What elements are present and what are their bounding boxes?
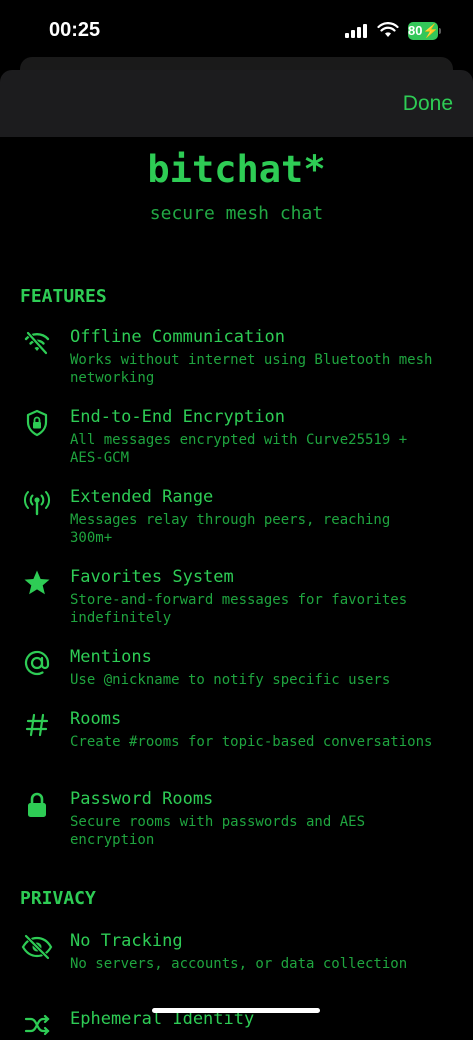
eye-slash-icon (20, 932, 54, 962)
app-title: bitchat* (147, 148, 326, 191)
lock-icon (20, 790, 54, 820)
status-bar: 00:25 80⚡ (0, 0, 473, 58)
shield-lock-icon (20, 408, 54, 438)
feature-description: Store-and-forward messages for favorites… (70, 592, 408, 626)
feature-description: All messages encrypted with Curve25519 +… (70, 432, 408, 466)
home-indicator[interactable] (152, 1008, 320, 1013)
feature-title: End-to-End Encryption (70, 407, 285, 427)
feature-title: Rooms (70, 709, 122, 729)
status-time: 00:25 (49, 19, 101, 41)
features-section-title: FEATURES (20, 286, 107, 307)
shuffle-icon (20, 1010, 54, 1040)
at-icon (20, 648, 54, 678)
wifi-icon (377, 22, 399, 37)
star-icon (20, 568, 54, 598)
feature-title: Mentions (70, 647, 152, 667)
feature-title: Offline Communication (70, 327, 285, 347)
battery-indicator: 80⚡ (408, 22, 439, 40)
feature-description: No servers, accounts, or data collection (70, 956, 408, 972)
feature-description: Messages relay through peers, reaching 3… (70, 512, 391, 546)
feature-description: Works without internet using Bluetooth m… (70, 352, 433, 386)
feature-description: Secure rooms with passwords and AES encr… (70, 814, 366, 848)
feature-description: Create #rooms for topic-based conversati… (70, 734, 433, 750)
feature-title: Favorites System (70, 567, 234, 587)
hash-icon (20, 710, 54, 740)
feature-title: Password Rooms (70, 789, 214, 809)
app-subtitle: secure mesh chat (149, 203, 324, 224)
feature-description: Use @nickname to notify specific users (70, 672, 391, 688)
cellular-signal-icon (345, 24, 367, 38)
antenna-icon (20, 488, 54, 518)
feature-title: Extended Range (70, 487, 214, 507)
privacy-section-title: PRIVACY (20, 888, 96, 909)
battery-tip (439, 28, 441, 34)
wifi-off-icon (20, 328, 54, 358)
feature-title: No Tracking (70, 931, 183, 951)
done-button[interactable]: Done (403, 92, 453, 116)
